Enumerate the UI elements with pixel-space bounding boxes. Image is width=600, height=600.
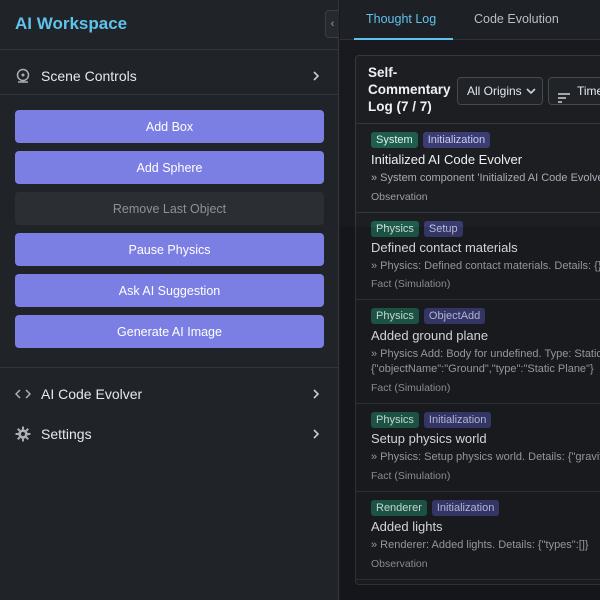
chevron-right-icon xyxy=(312,427,320,445)
remove-last-object-button[interactable]: Remove Last Object xyxy=(15,192,324,225)
sort-time-label: Time xyxy=(577,84,600,98)
category-tag: Physics xyxy=(371,412,419,428)
category-tag: Renderer xyxy=(371,500,427,516)
entry-type: Fact (Simulation) xyxy=(371,382,451,394)
divider xyxy=(0,367,339,368)
subcategory-tag: Setup xyxy=(423,221,463,237)
subcategory-tag: Initialization xyxy=(431,500,500,516)
tab-thought-log[interactable]: Thought Log xyxy=(354,0,453,40)
entry-title: Defined contact materials xyxy=(371,240,518,255)
subcategory-tag: Initialization xyxy=(422,132,491,148)
entry-title: Added lights xyxy=(371,519,443,534)
sort-icon xyxy=(558,86,570,103)
thought-log-panel: Self-Commentary Log (7 / 7) All Origins … xyxy=(355,55,600,585)
entry-type: Observation xyxy=(371,558,428,570)
ask-ai-suggestion-button[interactable]: Ask AI Suggestion xyxy=(15,274,324,307)
ai-code-evolver-label: AI Code Evolver xyxy=(41,386,143,402)
entry-detail: » Physics: Defined contact materials. De… xyxy=(371,260,600,272)
chevron-right-icon xyxy=(312,69,320,87)
chevron-right-icon xyxy=(312,387,320,405)
entry-detail: » Physics Add: Body for undefined. Type:… xyxy=(371,348,600,360)
add-box-button[interactable]: Add Box xyxy=(15,110,324,143)
origin-filter-value: All Origins xyxy=(467,84,522,98)
collapse-sidebar-button[interactable]: ‹ xyxy=(325,10,339,38)
subcategory-tag: Initialization xyxy=(423,412,492,428)
category-tag: Physics xyxy=(371,221,419,237)
entry-detail: » System component 'Initialized AI Code … xyxy=(371,172,600,184)
settings-header[interactable]: Settings xyxy=(0,416,339,452)
code-icon xyxy=(15,386,31,402)
sort-time-button[interactable]: Time xyxy=(548,77,600,105)
app-root: AI Workspace ‹ Scene Controls Add Box Ad… xyxy=(0,0,600,600)
ai-code-evolver-header[interactable]: AI Code Evolver xyxy=(0,376,339,412)
settings-label: Settings xyxy=(41,426,92,442)
entry-type: Observation xyxy=(371,191,428,203)
log-title: Self-Commentary Log (7 / 7) xyxy=(368,65,451,114)
divider xyxy=(0,94,339,95)
log-header: Self-Commentary Log (7 / 7) All Origins … xyxy=(356,56,600,124)
entry-type: Fact (Simulation) xyxy=(371,278,451,290)
category-tag: Physics xyxy=(371,308,419,324)
scene-controls-header[interactable]: Scene Controls xyxy=(0,58,339,94)
entry-detail: » Renderer: Added lights. Details: {"typ… xyxy=(371,539,589,551)
entry-type: Fact (Simulation) xyxy=(371,470,451,482)
pause-physics-button[interactable]: Pause Physics xyxy=(15,233,324,266)
divider xyxy=(0,49,339,50)
scene-controls-icon xyxy=(15,68,31,84)
generate-ai-image-button[interactable]: Generate AI Image xyxy=(15,315,324,348)
log-entry[interactable]: Renderer Initialization Added lights » R… xyxy=(356,492,600,580)
tab-code-evolution[interactable]: Code Evolution xyxy=(474,0,584,40)
origin-filter-select[interactable]: All Origins xyxy=(457,77,543,105)
log-entry[interactable]: System Initialization Initialized AI Cod… xyxy=(356,124,600,213)
chevron-down-icon xyxy=(526,78,536,115)
gear-icon xyxy=(15,426,31,442)
tab-bar: Thought Log Code Evolution xyxy=(340,0,600,40)
log-entry[interactable]: Physics ObjectAdd Added ground plane » P… xyxy=(356,300,600,404)
entry-title: Initialized AI Code Evolver xyxy=(371,152,523,167)
log-entry[interactable]: Physics Initialization Setup physics wor… xyxy=(356,404,600,492)
subcategory-tag: ObjectAdd xyxy=(423,308,486,324)
log-entry[interactable]: Physics Setup Defined contact materials … xyxy=(356,213,600,300)
category-tag: System xyxy=(371,132,418,148)
scene-controls-label: Scene Controls xyxy=(41,68,137,84)
entry-title: Setup physics world xyxy=(371,431,487,446)
sidebar: AI Workspace ‹ Scene Controls Add Box Ad… xyxy=(0,0,339,600)
entry-detail: {"objectName":"Ground","type":"Static Pl… xyxy=(371,363,594,375)
add-sphere-button[interactable]: Add Sphere xyxy=(15,151,324,184)
entry-detail: » Physics: Setup physics world. Details:… xyxy=(371,451,600,463)
app-title: AI Workspace xyxy=(15,14,128,33)
entry-title: Added ground plane xyxy=(371,328,489,343)
